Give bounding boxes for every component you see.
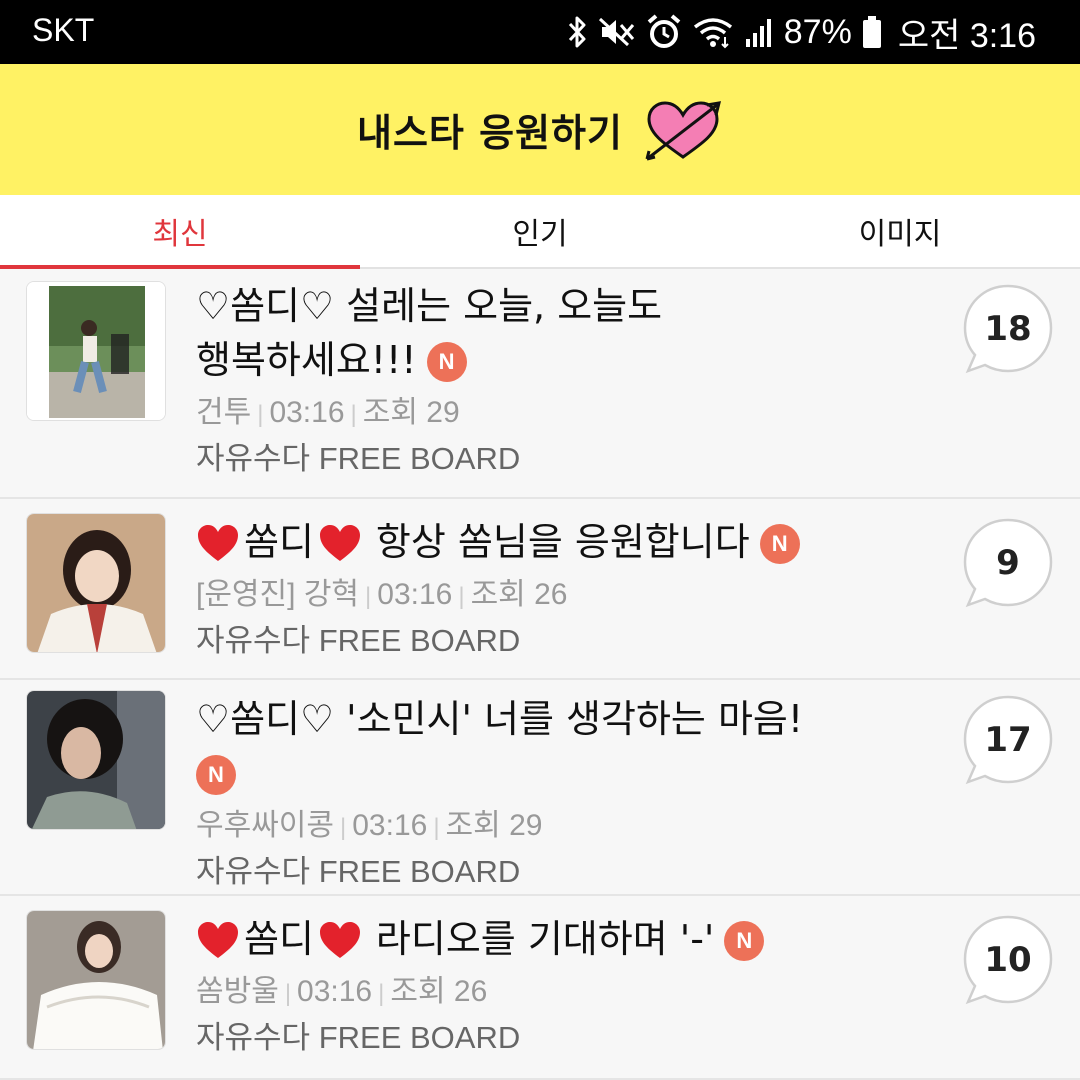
post-board: 자유수다 FREE BOARD [196, 441, 521, 476]
post-list: ♡쏨디♡ 설레는 오늘, 오늘도 행복하세요!!! N 건투 | 03:16 | 조회 2… [0, 269, 1080, 1080]
divider: | [365, 583, 372, 610]
post-board: 자유수다 FREE BOARD [196, 623, 521, 658]
comment-count: 9 [996, 543, 1020, 583]
post-meta: [운영진] 강혁 | 03:16 | 조회 26 [196, 573, 930, 619]
tab-bar: 최신 인기 이미지 [0, 195, 1080, 269]
comment-count-bubble: 9 [962, 517, 1054, 609]
post-body: 쏨디 항상 쏨님을 응원합니다 N [운영진] 강혁 | 03:16 | 조회 26 자유수… [196, 515, 930, 663]
post-thumbnail [26, 281, 166, 421]
outline-heart-icon: ♡ [196, 697, 231, 741]
outline-heart-icon: ♡ [196, 284, 231, 328]
status-icons: 87% 오전 3:16 [566, 10, 1036, 55]
post-title: ♡쏨디♡ '소민시' 너를 생각하는 마음! N [196, 692, 930, 800]
divider: | [257, 401, 264, 428]
post-board: 자유수다 FREE BOARD [196, 854, 521, 889]
status-bar: SKT 87% 오전 3:16 [0, 0, 1080, 64]
outline-heart-icon: ♡ [300, 697, 335, 741]
post-nickname: 쏨디 [244, 520, 314, 564]
red-heart-icon [198, 525, 238, 561]
signal-icon [745, 19, 771, 47]
battery-icon [862, 16, 881, 48]
list-item[interactable]: 쏨디 항상 쏨님을 응원합니다 N [운영진] 강혁 | 03:16 | 조회 26 자유수… [0, 499, 1080, 680]
outline-heart-icon: ♡ [300, 284, 335, 328]
post-board: 자유수다 FREE BOARD [196, 1020, 521, 1055]
post-meta: 쏨방울 | 03:16 | 조회 26 [196, 970, 930, 1016]
post-title: 쏨디 라디오를 기대하며 '-' N [196, 912, 930, 966]
mute-vibrate-icon [598, 17, 634, 47]
post-time: 03:16 [269, 396, 345, 429]
wifi-icon [693, 18, 732, 49]
new-badge: N [426, 342, 467, 382]
list-item[interactable]: 쏨디 라디오를 기대하며 '-' N 쏨방울 | 03:16 | 조회 26 자유수다 FR… [0, 896, 1080, 1080]
post-title-line1: 설레는 오늘, 오늘도 [346, 284, 663, 328]
post-title-line1: 항상 쏨님을 응원합니다 [375, 520, 750, 564]
comment-count-bubble: 10 [962, 914, 1054, 1006]
red-heart-icon [319, 525, 360, 561]
post-nickname: 쏨디 [230, 284, 300, 328]
post-meta: 우후싸이콩 | 03:16 | 조회 29 [196, 804, 930, 850]
new-badge: N [759, 524, 800, 564]
carrier-label: SKT [32, 12, 95, 48]
post-time: 03:16 [377, 578, 453, 611]
divider: | [340, 814, 347, 841]
comment-count: 17 [984, 720, 1032, 760]
post-title-line2: 행복하세요!!! [196, 338, 417, 382]
tab-images[interactable]: 이미지 [720, 195, 1080, 267]
battery-percent: 87% [783, 12, 852, 51]
red-heart-icon [198, 922, 238, 958]
divider: | [433, 814, 440, 841]
app-header: 내스타 응원하기 [0, 64, 1080, 195]
bluetooth-icon [568, 16, 586, 48]
post-author: 건투 [196, 396, 252, 429]
divider: | [458, 583, 465, 610]
post-body: ♡쏨디♡ 설레는 오늘, 오늘도 행복하세요!!! N 건투 | 03:16 | 조회 2… [196, 279, 930, 481]
post-views: 조회 29 [362, 396, 460, 429]
post-author: 쏨방울 [196, 975, 279, 1008]
post-body: 쏨디 라디오를 기대하며 '-' N 쏨방울 | 03:16 | 조회 26 자유수다 FR… [196, 912, 930, 1060]
divider: | [378, 980, 385, 1007]
post-author: 강혁 [303, 578, 360, 611]
comment-count-bubble: 17 [962, 694, 1054, 786]
post-thumbnail [26, 910, 166, 1050]
clock: 오전 3:16 [897, 16, 1036, 55]
red-heart-icon [319, 922, 360, 958]
tab-latest[interactable]: 최신 [0, 195, 360, 269]
comment-count-bubble: 18 [962, 283, 1054, 375]
post-nickname: 쏨디 [244, 917, 314, 961]
new-badge: N [724, 921, 765, 961]
post-time: 03:16 [352, 809, 428, 842]
post-title-line1: '소민시' 너를 생각하는 마음! [346, 697, 804, 741]
post-views: 조회 29 [445, 809, 543, 842]
post-title: 쏨디 항상 쏨님을 응원합니다 N [196, 515, 930, 569]
post-thumbnail [26, 690, 166, 830]
post-views: 조회 26 [390, 975, 488, 1008]
post-body: ♡쏨디♡ '소민시' 너를 생각하는 마음! N 우후싸이콩 | 03:16 | 조회 … [196, 692, 930, 894]
list-item[interactable]: ♡쏨디♡ '소민시' 너를 생각하는 마음! N 우후싸이콩 | 03:16 | 조회 … [0, 680, 1080, 896]
post-meta: 건투 | 03:16 | 조회 29 [196, 391, 930, 437]
page-title: 내스타 응원하기 [357, 111, 623, 155]
post-title-line1: 라디오를 기대하며 '-' [375, 917, 715, 961]
new-badge: N [196, 755, 236, 795]
comment-count: 18 [984, 309, 1032, 349]
post-title: ♡쏨디♡ 설레는 오늘, 오늘도 행복하세요!!! N [196, 279, 930, 387]
tab-popular[interactable]: 인기 [360, 195, 720, 267]
post-views: 조회 26 [470, 578, 568, 611]
post-thumbnail [26, 513, 166, 653]
divider: | [350, 401, 357, 428]
post-nickname: 쏨디 [230, 697, 300, 741]
post-author: 우후싸이콩 [196, 809, 334, 842]
comment-count: 10 [984, 940, 1032, 980]
alarm-icon [647, 14, 681, 48]
heart-arrow-icon [645, 100, 721, 160]
divider: | [284, 980, 292, 1007]
list-item[interactable]: ♡쏨디♡ 설레는 오늘, 오늘도 행복하세요!!! N 건투 | 03:16 | 조회 2… [0, 269, 1080, 499]
post-time: 03:16 [297, 975, 373, 1008]
post-author-role: [운영진] [196, 578, 296, 611]
